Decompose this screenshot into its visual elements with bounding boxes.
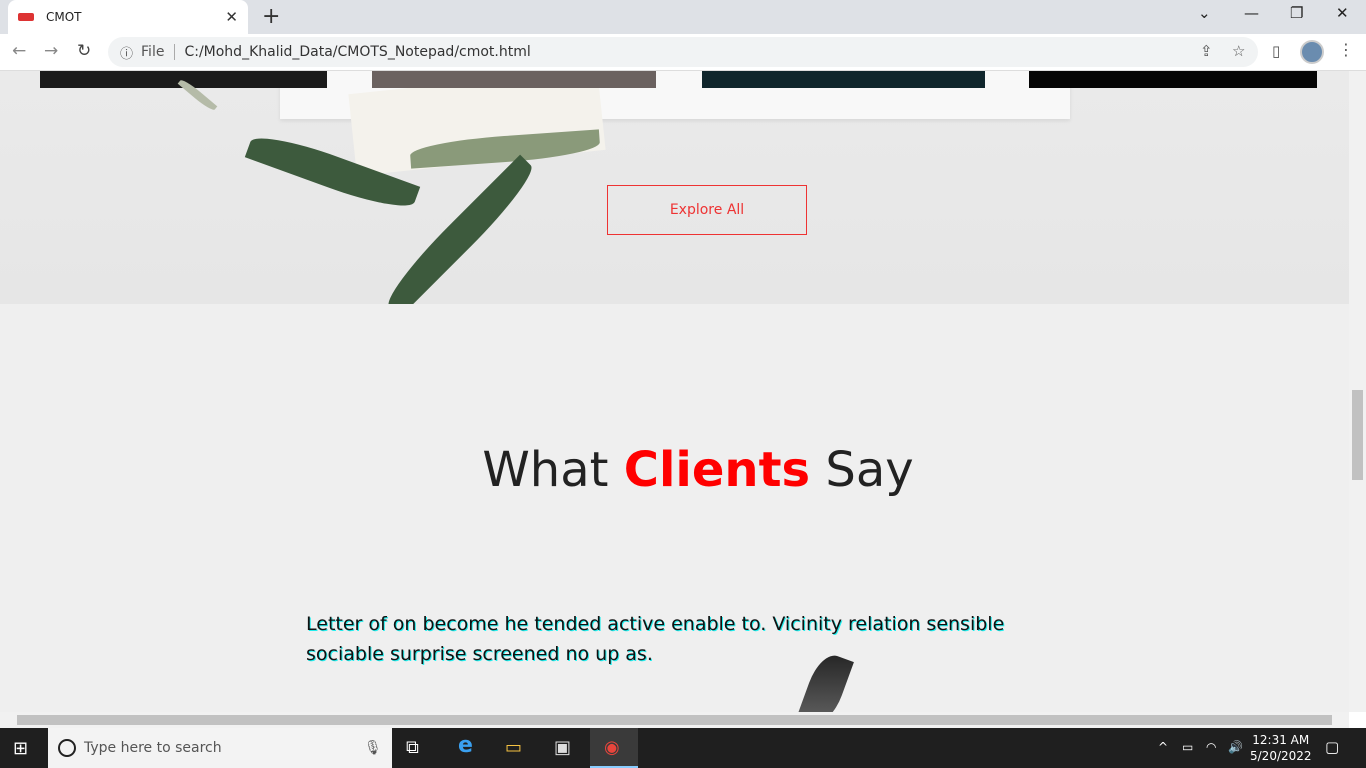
tab-search-icon[interactable]: ⌄	[1198, 4, 1211, 22]
bookmark-star-icon[interactable]: ☆	[1232, 42, 1245, 60]
divider	[174, 44, 176, 60]
microphone-icon[interactable]: 🎙	[364, 740, 382, 756]
gallery-thumbnail[interactable]	[1029, 71, 1317, 88]
back-icon[interactable]: ←	[12, 41, 26, 61]
new-tab-button[interactable]: +	[262, 4, 280, 29]
edge-icon[interactable]: e	[458, 733, 473, 758]
tab-close-icon[interactable]: ✕	[225, 8, 238, 26]
clock-date: 5/20/2022	[1250, 749, 1312, 763]
chrome-taskbar-button[interactable]: ◉	[590, 728, 638, 768]
profile-avatar[interactable]	[1300, 40, 1324, 64]
wifi-icon[interactable]: ◠	[1206, 740, 1216, 754]
tray-overflow-icon[interactable]: ^	[1158, 740, 1168, 754]
share-icon[interactable]: ⇪	[1200, 42, 1213, 60]
browser-tab-bar: CMOT ✕ + ⌄ — ❐ ✕	[0, 0, 1366, 34]
info-icon[interactable]: ⓘ	[120, 43, 133, 62]
address-bar[interactable]: ⓘ File C:/Mohd_Khalid_Data/CMOTS_Notepad…	[108, 37, 1258, 67]
testimonials-section: What Clients Say Letter of on become he …	[0, 304, 1349, 712]
browser-tab[interactable]: CMOT ✕	[8, 0, 248, 34]
clock-time: 12:31 AM	[1252, 733, 1310, 747]
address-toolbar: ← → ↻ ⓘ File C:/Mohd_Khalid_Data/CMOTS_N…	[0, 34, 1366, 71]
favicon-icon	[18, 13, 34, 21]
file-label: File	[141, 44, 165, 60]
chrome-icon: ◉	[604, 737, 620, 758]
gallery-thumbnail[interactable]	[702, 71, 985, 88]
file-explorer-icon[interactable]: ▭	[505, 737, 522, 758]
heading-highlight: Clients	[623, 442, 811, 498]
forward-icon[interactable]: →	[44, 41, 58, 61]
section-heading: What Clients Say	[0, 442, 1349, 498]
clock[interactable]: 12:31 AM 5/20/2022	[1250, 732, 1312, 764]
store-icon[interactable]: ▣	[554, 737, 571, 758]
cortana-icon	[58, 739, 76, 757]
windows-taskbar: ⊞ Type here to search 🎙 ⧉ e ▭ ▣ ◉ ^ ▭ ◠ …	[0, 728, 1366, 768]
search-placeholder: Type here to search	[84, 740, 222, 756]
minimize-button[interactable]: —	[1244, 4, 1259, 22]
tab-title: CMOT	[46, 10, 82, 24]
restore-button[interactable]: ❐	[1290, 4, 1303, 22]
scrollbar-thumb[interactable]	[1352, 390, 1363, 480]
url-text[interactable]: C:/Mohd_Khalid_Data/CMOTS_Notepad/cmot.h…	[184, 44, 530, 60]
decorative-leaf	[378, 154, 542, 318]
reload-icon[interactable]: ↻	[77, 41, 91, 61]
close-window-button[interactable]: ✕	[1336, 4, 1349, 22]
explore-all-button[interactable]: Explore All	[607, 185, 807, 235]
vertical-scrollbar[interactable]	[1349, 71, 1366, 712]
notifications-icon[interactable]: ▢	[1325, 738, 1339, 756]
volume-icon[interactable]: 🔊	[1228, 740, 1243, 754]
heading-text: Say	[810, 442, 914, 498]
scrollbar-thumb[interactable]	[17, 715, 1332, 725]
page-viewport: Explore All What Clients Say Letter of o…	[0, 71, 1349, 712]
side-panel-icon[interactable]: ▯	[1272, 42, 1280, 60]
browser-menu-icon[interactable]: ⋮	[1338, 40, 1354, 59]
gallery-thumbnail[interactable]	[372, 71, 656, 88]
task-view-icon[interactable]: ⧉	[406, 737, 419, 758]
testimonial-text: Letter of on become he tended active ena…	[306, 613, 1005, 665]
start-icon[interactable]: ⊞	[13, 738, 28, 759]
horizontal-scrollbar[interactable]	[0, 712, 1349, 728]
battery-icon[interactable]: ▭	[1182, 740, 1193, 754]
taskbar-search[interactable]: Type here to search	[48, 728, 392, 768]
gallery-section: Explore All	[0, 71, 1349, 318]
heading-text: What	[482, 442, 624, 498]
